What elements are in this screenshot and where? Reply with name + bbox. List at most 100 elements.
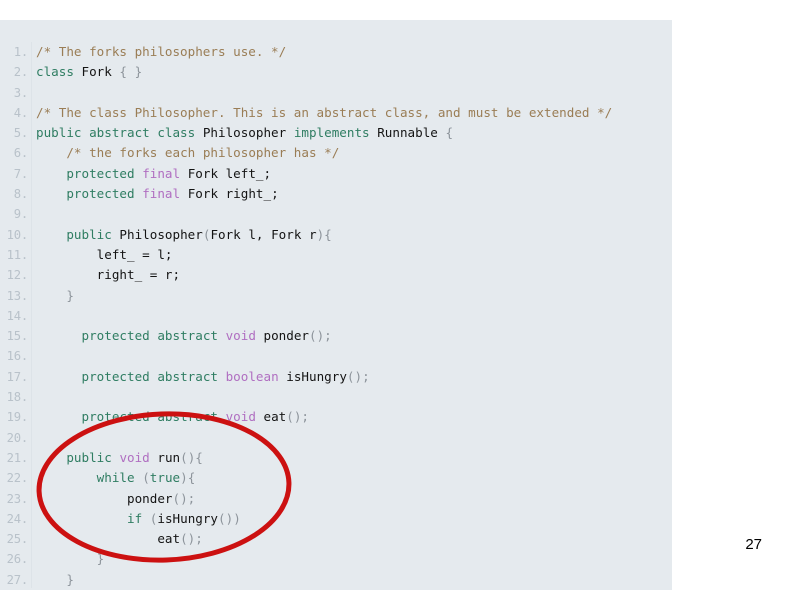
line-number: 27. (6, 572, 29, 587)
code-token-pln: Philosopher (111, 226, 203, 242)
code-token-pln (218, 328, 226, 343)
code-token-kw: while (96, 470, 135, 486)
code-token-pln: Fork left_; (180, 165, 272, 181)
code-line: 12. right_ = r; (0, 265, 672, 285)
code-token-kw: public abstract class (36, 125, 196, 141)
code-token-pln (36, 551, 97, 566)
code-panel: 1./* The forks philosophers use. */2. cla… (0, 20, 672, 590)
code-token-pun: (){ (180, 449, 203, 465)
code-token-typ: void (119, 449, 150, 465)
code-token-pun: ( (142, 470, 150, 486)
code-token-pln: isHungry (278, 368, 347, 384)
code-line-source: ponder(); (31, 489, 672, 509)
code-line: 17. protected abstract boolean isHungry(… (0, 367, 672, 387)
code-token-pln (36, 328, 82, 343)
code-line: 16. (0, 346, 672, 366)
code-line-source: } (31, 286, 672, 306)
line-number: 3. (13, 85, 28, 100)
code-line: 1. /* The forks philosophers use. */ (0, 42, 672, 62)
line-number: 1. (13, 45, 28, 59)
line-number: 14. (6, 308, 29, 323)
code-token-cmt: /* the forks each philosopher has */ (66, 145, 340, 161)
code-token-pln: run (149, 449, 181, 465)
code-token-pun: ()) (218, 510, 241, 526)
code-token-pln (36, 511, 127, 526)
code-token-kw: protected abstract (81, 368, 218, 384)
code-line: 22. while (true){ (0, 468, 672, 488)
code-token-pln (36, 369, 82, 384)
code-line: 20. (0, 428, 672, 448)
code-token-pln (36, 288, 66, 303)
line-number: 23. (6, 491, 29, 506)
line-number: 2. (13, 65, 28, 80)
code-token-pln: ponder (255, 328, 310, 344)
code-line: 8. protected final Fork right_; (0, 184, 672, 204)
code-line-source: public void run(){ (31, 448, 672, 468)
code-line-source: public Philosopher(Fork l, Fork r){ (31, 225, 672, 245)
code-token-pln (218, 369, 226, 384)
code-token-pln (36, 470, 97, 485)
line-number: 22. (6, 471, 29, 486)
code-token-kw: true (149, 470, 181, 486)
code-token-pun: } (66, 571, 74, 587)
code-token-pln: Fork l, Fork r (210, 226, 317, 242)
code-line: 13. } (0, 286, 672, 306)
code-token-pun: } (66, 287, 74, 303)
code-token-cmt: /* The class Philosopher. This is an abs… (36, 104, 613, 120)
code-line: 2. class Fork { } (0, 62, 672, 82)
code-token-pln: Fork (73, 64, 120, 80)
code-token-kw: protected (66, 186, 135, 202)
code-token-kw: public (66, 449, 112, 465)
code-token-pln (36, 450, 66, 465)
code-line: 3. (0, 83, 672, 103)
code-listing: 1./* The forks philosophers use. */2. cla… (0, 42, 672, 590)
line-number: 10. (6, 227, 29, 242)
code-line-source: if (isHungry()) (31, 509, 672, 529)
code-line-source: while (true){ (31, 468, 672, 488)
line-number: 20. (6, 430, 29, 445)
code-line: 4. /* The class Philosopher. This is an a… (0, 103, 672, 123)
code-token-kw: class (36, 64, 74, 80)
code-token-pun: } (96, 551, 105, 567)
code-line-source: protected abstract boolean isHungry(); (31, 367, 672, 387)
code-line-source: /* The forks philosophers use. */ (31, 42, 672, 62)
code-token-kw: implements (293, 125, 370, 141)
code-token-pln (218, 409, 226, 424)
code-token-pun: ){ (180, 470, 196, 486)
code-line-source: protected abstract void eat(); (31, 407, 672, 427)
code-token-pln: left_ = l; (36, 246, 173, 262)
code-token-pln: Fork right_; (180, 186, 279, 202)
code-token-pln (36, 409, 82, 424)
code-line: 25. eat(); (0, 529, 672, 549)
code-token-pln: ponder (36, 490, 173, 506)
code-token-kw: public (66, 226, 112, 242)
code-token-pun: (); (172, 490, 196, 506)
code-line: 7. protected final Fork left_; (0, 164, 672, 184)
code-token-typ: boolean (225, 368, 279, 384)
code-token-pln (36, 166, 66, 181)
code-line: 23. ponder(); (0, 489, 672, 509)
code-token-pun: (); (346, 368, 370, 384)
code-token-pln: Runnable (369, 125, 446, 141)
code-line-source: public abstract class Philosopher implem… (31, 123, 672, 143)
code-token-pun: { (445, 125, 454, 141)
code-token-pun: ){ (316, 226, 332, 242)
line-number: 12. (6, 268, 29, 283)
line-number: 5. (13, 126, 28, 141)
code-line-source: eat(); (31, 529, 672, 549)
line-number: 21. (6, 450, 29, 465)
code-line-source: left_ = l; (31, 245, 672, 265)
line-number: 26. (6, 552, 29, 567)
code-line: 18. (0, 387, 672, 407)
code-line: 21. public void run(){ (0, 448, 672, 468)
line-number: 6. (13, 146, 28, 161)
code-line: 15. protected abstract void ponder(); (0, 326, 672, 346)
line-number: 17. (6, 369, 29, 384)
code-line-source: protected final Fork left_; (31, 164, 672, 184)
code-line: 5. public abstract class Philosopher impl… (0, 123, 672, 143)
line-number: 18. (6, 390, 29, 405)
code-line: 24. if (isHungry()) (0, 509, 672, 529)
code-line-source: /* The class Philosopher. This is an abs… (31, 103, 672, 123)
code-token-kw: if (127, 510, 143, 526)
line-number: 4. (13, 105, 28, 120)
